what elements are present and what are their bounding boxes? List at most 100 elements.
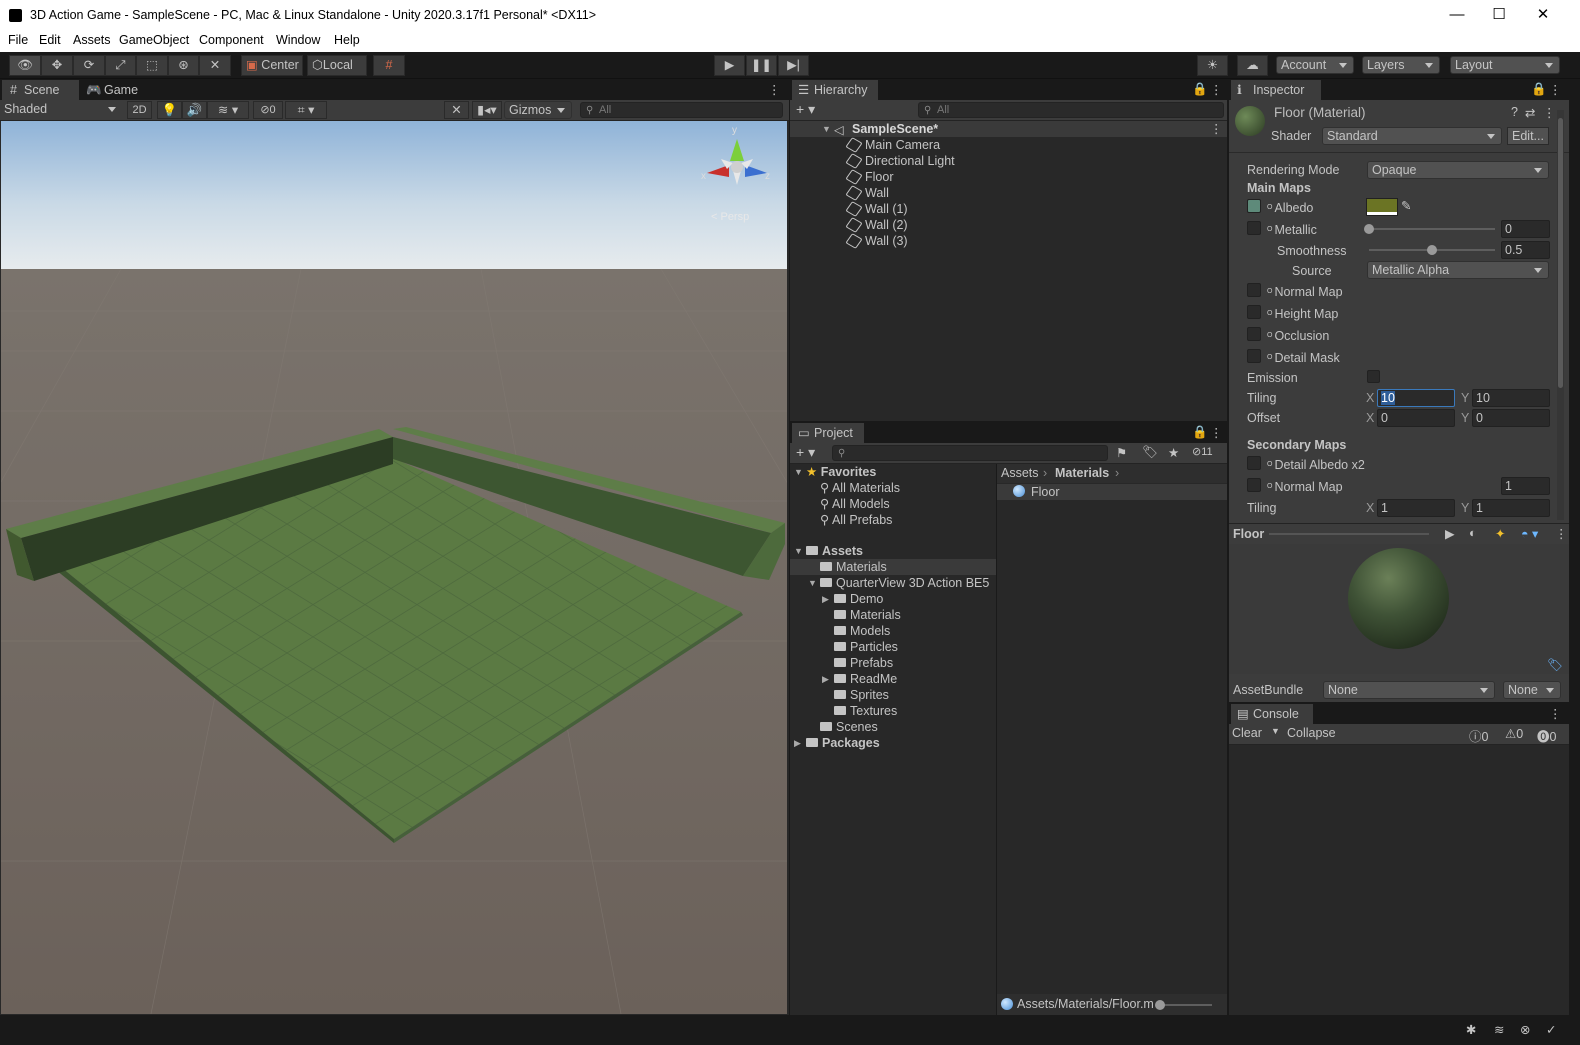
menu-gameobject[interactable]: GameObject [119,33,189,47]
hierarchy-item[interactable]: Directional Light [845,153,955,169]
hierarchy-item[interactable]: Wall [845,185,889,201]
menu-window[interactable]: Window [276,33,320,47]
2d-toggle-button[interactable]: 2D [127,101,152,119]
scene-row-more-icon[interactable]: ⋮ [1210,121,1223,136]
effects-dropdown[interactable]: ≋ ▾ [207,101,249,119]
debug-bug-icon[interactable]: ✱ [1466,1022,1476,1037]
folder-materials-selected[interactable]: Materials [790,559,996,575]
collapse-arrow-icon[interactable]: ▶ [822,594,829,605]
secondary-normal-slot[interactable] [1247,478,1261,492]
scene-orientation-gizmo[interactable]: y x z < Persp [699,125,779,225]
scale-tool-button[interactable]: ⤢ [105,55,136,76]
hierarchy-item[interactable]: Wall (2) [845,217,908,233]
material-preview-area[interactable]: 🏷 [1229,544,1569,674]
favorite-item[interactable]: ⚲ All Materials [820,480,900,496]
folder-item[interactable]: Demo [834,591,883,607]
favorites-header[interactable]: ★ Favorites [806,464,876,480]
offset-y-field[interactable]: 0 [1472,409,1550,427]
lock-icon[interactable]: 🔒 [1192,425,1208,440]
pivot-center-button[interactable]: ▣ Center [241,55,303,76]
metallic-slider-track[interactable] [1369,228,1495,230]
close-button[interactable]: ✕ [1528,5,1558,25]
expand-arrow-icon[interactable]: ▼ [794,467,803,477]
icon-size-slider[interactable] [1157,1004,1212,1006]
custom-tool-button[interactable]: ✕ [199,55,231,76]
emission-checkbox[interactable] [1367,370,1380,383]
scene-root-row[interactable]: ▼ ◁ SampleScene* ⋮ [790,121,1227,137]
hidden-packages-toggle[interactable]: ⊘11 [1192,445,1213,458]
hidden-objects-toggle[interactable]: ⊘0 [253,101,283,119]
camera-dropdown[interactable]: ▮◂▾ [472,101,502,119]
detail-albedo-slot[interactable] [1247,456,1261,470]
assets-folder[interactable]: Assets [806,543,863,559]
error-filter-toggle[interactable]: ⓿0 [1537,726,1556,745]
play-button[interactable]: ▶ [714,55,745,76]
smoothness-slider-knob[interactable] [1427,245,1437,255]
rendering-mode-dropdown[interactable]: Opaque [1367,161,1549,179]
inspector-scrollbar-thumb[interactable] [1558,118,1563,388]
services-button[interactable]: ☀ [1197,55,1228,76]
folder-item[interactable]: Models [834,623,890,639]
breadcrumb-materials[interactable]: Materials [1055,466,1109,480]
clear-button[interactable]: Clear [1232,726,1262,740]
warning-filter-toggle[interactable]: ⚠0 [1505,726,1523,741]
collab-button[interactable]: ☁ [1237,55,1268,76]
menu-file[interactable]: File [8,33,28,47]
asset-label-tag-icon[interactable]: 🏷 [1547,658,1563,673]
tiling-x-field[interactable]: 10 [1377,389,1455,407]
hierarchy-search-input[interactable]: ⚲ All [918,102,1224,118]
edit-shader-button[interactable]: Edit... [1507,127,1549,145]
preview-sphere-icon[interactable]: ◐ [1469,526,1477,540]
breadcrumb-assets[interactable]: Assets [1001,466,1039,480]
add-object-button[interactable]: + ▾ [796,101,815,118]
scene-search-input[interactable]: ⚲ All [580,102,783,118]
console-more-icon[interactable]: ⋮ [1549,706,1562,721]
hierarchy-item[interactable]: Wall (3) [845,233,908,249]
folder-item[interactable]: Materials [834,607,901,623]
auto-generate-lighting-icon[interactable]: ⊗ [1520,1022,1530,1037]
folder-quarterview[interactable]: QuarterView 3D Action BE5 [820,575,989,591]
shader-dropdown[interactable]: Standard [1322,127,1502,145]
folder-item[interactable]: Textures [834,703,897,719]
smoothness-source-dropdown[interactable]: Metallic Alpha [1367,261,1549,279]
tab-project[interactable]: ▭ Project [792,423,864,443]
metallic-value-field[interactable]: 0 [1501,220,1550,238]
audio-toggle[interactable]: 🔊 [182,101,207,119]
height-map-slot[interactable] [1247,305,1261,319]
assetbundle-variant-dropdown[interactable]: None [1503,681,1561,699]
folder-item[interactable]: Sprites [834,687,889,703]
smoothness-value-field[interactable]: 0.5 [1501,241,1550,259]
folder-item[interactable]: Particles [834,639,898,655]
menu-component[interactable]: Component [199,33,264,47]
offset-x-field[interactable]: 0 [1377,409,1455,427]
help-icon[interactable]: ? [1511,105,1518,119]
rect-tool-button[interactable]: ⬚ [136,55,168,76]
hierarchy-item[interactable]: Main Camera [845,137,940,153]
detail-mask-slot[interactable] [1247,349,1261,363]
menu-assets[interactable]: Assets [73,33,111,47]
metallic-texture-slot[interactable] [1247,221,1261,235]
preview-more-icon[interactable]: ⋮ [1555,526,1568,541]
secondary-normal-scale-field[interactable]: 1 [1501,477,1550,495]
tab-console[interactable]: ▤ Console [1231,704,1313,724]
menu-edit[interactable]: Edit [39,33,61,47]
scene-tools-button[interactable]: ✕ [444,101,469,119]
eyedropper-icon[interactable]: ✎ [1401,198,1411,213]
packages-folder[interactable]: Packages [806,735,880,751]
pivot-local-button[interactable]: ⬡Local [307,55,367,76]
clear-options-dropdown-icon[interactable]: ▼ [1271,726,1280,736]
project-search-input[interactable]: ⚲ [832,445,1108,461]
rotate-tool-button[interactable]: ⟳ [73,55,105,76]
lighting-toggle[interactable]: 💡 [157,101,182,119]
folder-scenes[interactable]: Scenes [820,719,878,735]
tab-game[interactable]: 🎮 Game [82,80,152,100]
move-tool-button[interactable]: ✥ [41,55,73,76]
inspector-scrollbar[interactable] [1557,110,1564,520]
presets-icon[interactable]: ⇄ [1525,105,1535,120]
log-filter-toggle[interactable]: ⓘ0 [1469,726,1488,745]
step-button[interactable]: ▶| [778,55,809,76]
maximize-button[interactable]: ☐ [1484,5,1514,25]
tab-hierarchy[interactable]: ☰ Hierarchy [792,80,878,100]
pause-button[interactable]: ❚❚ [746,55,777,76]
preview-drag-handle[interactable] [1269,533,1429,535]
